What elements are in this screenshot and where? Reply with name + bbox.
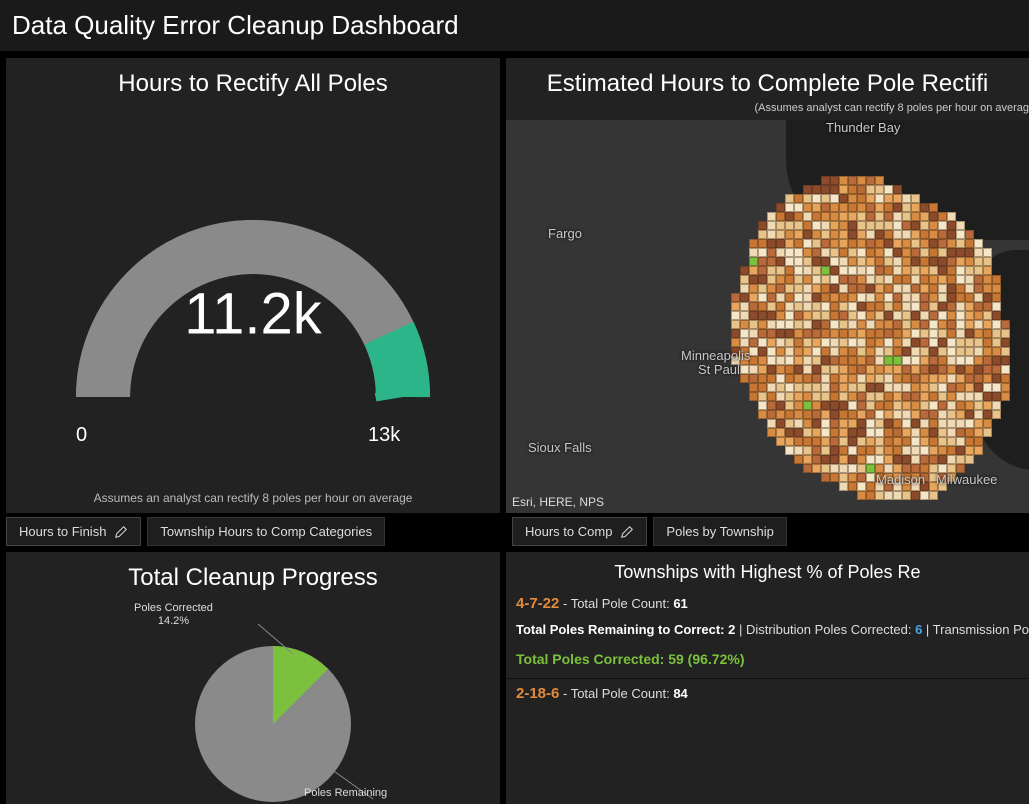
corrected-text: Poles Corrected xyxy=(134,602,213,615)
township-done: Total Poles Corrected: 59 (96.72%) xyxy=(516,651,744,667)
map-panel-container: Estimated Hours to Complete Pole Rectifi… xyxy=(506,58,1029,546)
gauge-panel: Hours to Rectify All Poles 11.2k 0 13k A… xyxy=(6,58,500,546)
tab-label: Hours to Finish xyxy=(19,524,106,539)
pencil-icon xyxy=(620,525,634,539)
township-name: 4-7-22 xyxy=(516,595,559,612)
map-subtitle: (Assumes analyst can rectify 8 poles per… xyxy=(506,102,1029,120)
tab-poles-by-township[interactable]: Poles by Township xyxy=(653,517,786,546)
gauge-value: 11.2k xyxy=(184,280,322,347)
city-minneapolis: Minneapolis xyxy=(681,348,750,363)
tab-hours-to-comp[interactable]: Hours to Comp xyxy=(512,517,647,546)
city-milwaukee: Milwaukee xyxy=(936,472,997,487)
tab-label: Township Hours to Comp Categories xyxy=(160,524,372,539)
gauge-chart[interactable]: 11.2k 0 13k xyxy=(6,102,500,491)
tab-label: Poles by Township xyxy=(666,524,773,539)
township-row[interactable]: 4-7-22 - Total Pole Count: 61 xyxy=(506,591,1029,618)
dashboard-grid: Hours to Rectify All Poles 11.2k 0 13k A… xyxy=(0,52,1029,804)
tab-label: Hours to Comp xyxy=(525,524,612,539)
township-count: 61 xyxy=(673,596,687,611)
township-row[interactable]: 2-18-6 - Total Pole Count: 84 xyxy=(506,678,1029,708)
trans-label: | Transmission Poles Corr xyxy=(926,622,1029,637)
map-tabs: Hours to Comp Poles by Township xyxy=(506,513,1029,546)
city-fargo: Fargo xyxy=(548,226,582,241)
city-madison: Madison xyxy=(876,472,925,487)
corrected-pct: 14.2% xyxy=(134,615,213,628)
township-count-label: - Total Pole Count: xyxy=(563,686,673,701)
tab-township-hours-categories[interactable]: Township Hours to Comp Categories xyxy=(147,517,385,546)
city-stpaul: St Paul xyxy=(698,362,740,377)
gauge-min-label: 0 xyxy=(76,424,87,447)
city-sioux-falls: Sioux Falls xyxy=(528,440,592,455)
pie-label-corrected: Poles Corrected 14.2% xyxy=(134,602,213,628)
gauge-tabs: Hours to Finish Township Hours to Comp C… xyxy=(6,513,500,546)
tab-hours-to-finish[interactable]: Hours to Finish xyxy=(6,517,141,546)
township-title: Townships with Highest % of Poles Re xyxy=(506,552,1029,591)
map-title: Estimated Hours to Complete Pole Rectifi xyxy=(506,58,1029,102)
township-count-label: - Total Pole Count: xyxy=(563,596,673,611)
wisconsin-choropleth xyxy=(731,176,1021,506)
remain-label: Total Poles Remaining to Correct: xyxy=(516,622,728,637)
remain-value: 2 xyxy=(728,622,735,637)
township-panel: Townships with Highest % of Poles Re 4-7… xyxy=(506,552,1029,804)
dashboard-title: Data Quality Error Cleanup Dashboard xyxy=(0,0,1029,52)
township-count: 84 xyxy=(673,686,687,701)
township-name: 2-18-6 xyxy=(516,685,559,702)
pie-chart[interactable]: Poles Corrected 14.2% Poles Remaining xyxy=(6,596,500,804)
map-canvas[interactable]: Thunder Bay Fargo Minneapolis St Paul Si… xyxy=(506,120,1029,513)
pencil-icon xyxy=(114,525,128,539)
dist-label: Distribution Poles Corrected: xyxy=(746,622,915,637)
township-done-row: Total Poles Corrected: 59 (96.72%) xyxy=(506,641,1029,678)
gauge-title: Hours to Rectify All Poles xyxy=(6,58,500,102)
remaining-text: Poles Remaining xyxy=(304,787,387,800)
township-detail-row: Total Poles Remaining to Correct: 2 | Di… xyxy=(506,618,1029,642)
gauge-caption: Assumes an analyst can rectify 8 poles p… xyxy=(6,491,500,513)
pie-label-remaining: Poles Remaining xyxy=(304,787,387,800)
cleanup-panel: Total Cleanup Progress Poles Corrected 1… xyxy=(6,552,500,804)
sep: | xyxy=(739,622,746,637)
gauge-max-label: 13k xyxy=(368,424,400,447)
cleanup-title: Total Cleanup Progress xyxy=(6,552,500,596)
pie-svg xyxy=(83,604,423,804)
dist-value: 6 xyxy=(915,622,922,637)
map-attribution: Esri, HERE, NPS xyxy=(512,495,604,509)
city-thunder-bay: Thunder Bay xyxy=(826,120,900,135)
